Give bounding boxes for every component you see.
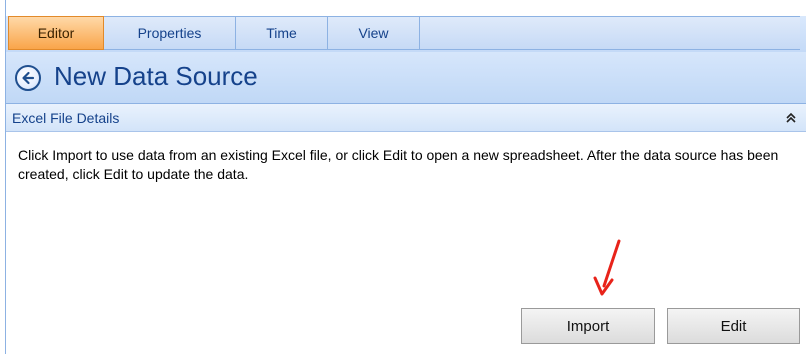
description-text: Click Import to use data from an existin… [18,147,779,182]
page-title: New Data Source [54,61,258,91]
editor-panel: Editor Properties Time View New Data Sou… [5,0,806,354]
red-arrow-icon [590,238,630,303]
tabs: Editor Properties Time View [8,16,800,50]
section-header: Excel File Details [6,104,806,132]
tab-view[interactable]: View [328,16,420,50]
title-bar: New Data Source [6,52,806,104]
double-chevron-up-icon[interactable] [784,110,798,126]
tab-editor[interactable]: Editor [8,16,104,50]
back-arrow-icon[interactable] [15,65,41,91]
tab-properties[interactable]: Properties [104,16,236,50]
tab-strip-filler [420,16,800,50]
section-title: Excel File Details [12,110,120,126]
import-button[interactable]: Import [521,308,655,344]
tab-strip: Editor Properties Time View [6,0,806,52]
edit-button[interactable]: Edit [667,308,800,344]
tab-time[interactable]: Time [236,16,328,50]
